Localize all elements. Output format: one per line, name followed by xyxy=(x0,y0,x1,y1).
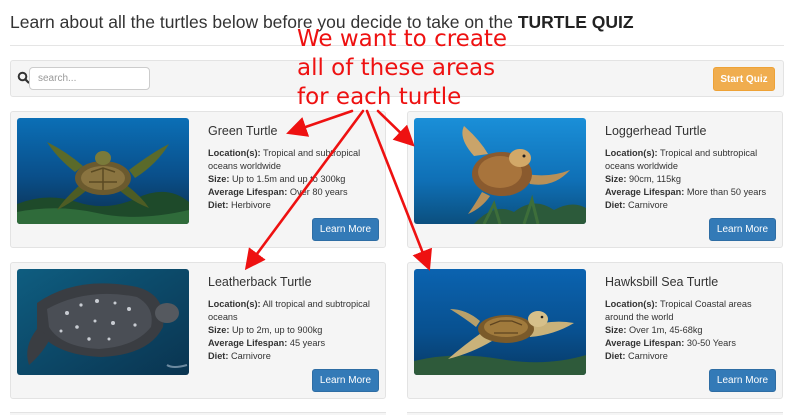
turtle-card-leatherback: Leatherback Turtle Location(s): All trop… xyxy=(10,262,386,399)
lifespan-label: Average Lifespan: xyxy=(605,187,685,197)
turtle-card-green: Green Turtle Location(s): Tropical and s… xyxy=(10,111,386,248)
turtle-photo-leatherback xyxy=(17,269,189,375)
lifespan-value: 45 years xyxy=(289,338,326,348)
turtle-card-hawksbill: Hawksbill Sea Turtle Location(s): Tropic… xyxy=(407,262,783,399)
learn-more-button[interactable]: Learn More xyxy=(709,218,776,241)
diet-value: Carnivore xyxy=(627,200,668,210)
location-label: Location(s): xyxy=(208,148,261,158)
size-label: Size: xyxy=(208,325,230,335)
page-title-emphasis: TURTLE QUIZ xyxy=(517,12,634,32)
page-title: Learn about all the turtles below before… xyxy=(10,12,634,33)
size-label: Size: xyxy=(605,174,627,184)
turtle-name: Green Turtle xyxy=(208,124,278,138)
turtle-name: Hawksbill Sea Turtle xyxy=(605,275,719,289)
lifespan-label: Average Lifespan: xyxy=(208,187,288,197)
diet-label: Diet: xyxy=(208,200,229,210)
diet-label: Diet: xyxy=(605,200,626,210)
diet-value: Carnivore xyxy=(627,351,668,361)
size-value: Up to 2m, up to 900kg xyxy=(232,325,323,335)
search-toolbar: Start Quiz xyxy=(10,60,784,97)
turtle-photo-hawksbill xyxy=(414,269,586,375)
learn-more-button[interactable]: Learn More xyxy=(312,369,379,392)
turtle-card-loggerhead: Loggerhead Turtle Location(s): Tropical … xyxy=(407,111,783,248)
diet-value: Herbivore xyxy=(230,200,271,210)
turtle-facts: Location(s): Tropical and subtropical oc… xyxy=(605,147,777,212)
lifespan-value: More than 50 years xyxy=(686,187,767,197)
size-value: 90cm, 115kg xyxy=(629,174,681,184)
turtle-name: Loggerhead Turtle xyxy=(605,124,707,138)
turtle-photo-green xyxy=(17,118,189,224)
size-label: Size: xyxy=(208,174,230,184)
location-label: Location(s): xyxy=(208,299,261,309)
location-label: Location(s): xyxy=(605,148,658,158)
diet-label: Diet: xyxy=(605,351,626,361)
turtle-photo-loggerhead xyxy=(414,118,586,224)
header-divider xyxy=(10,45,784,46)
learn-more-button[interactable]: Learn More xyxy=(709,369,776,392)
start-quiz-button[interactable]: Start Quiz xyxy=(713,67,775,91)
diet-value: Carnivore xyxy=(230,351,271,361)
diet-label: Diet: xyxy=(208,351,229,361)
size-value: Over 1m, 45-68kg xyxy=(629,325,703,335)
page-title-text: Learn about all the turtles below before… xyxy=(10,12,518,32)
location-label: Location(s): xyxy=(605,299,658,309)
turtle-name: Leatherback Turtle xyxy=(208,275,312,289)
lifespan-value: Over 80 years xyxy=(289,187,348,197)
turtle-facts: Location(s): Tropical and subtropical oc… xyxy=(208,147,380,212)
size-value: Up to 1.5m and up to 300kg xyxy=(232,174,346,184)
turtle-facts: Location(s): Tropical Coastal areas arou… xyxy=(605,298,777,363)
search-input[interactable] xyxy=(29,67,150,90)
lifespan-label: Average Lifespan: xyxy=(605,338,685,348)
turtle-facts: Location(s): All tropical and subtropica… xyxy=(208,298,380,363)
lifespan-label: Average Lifespan: xyxy=(208,338,288,348)
learn-more-button[interactable]: Learn More xyxy=(312,218,379,241)
lifespan-value: 30-50 Years xyxy=(686,338,736,348)
size-label: Size: xyxy=(605,325,627,335)
